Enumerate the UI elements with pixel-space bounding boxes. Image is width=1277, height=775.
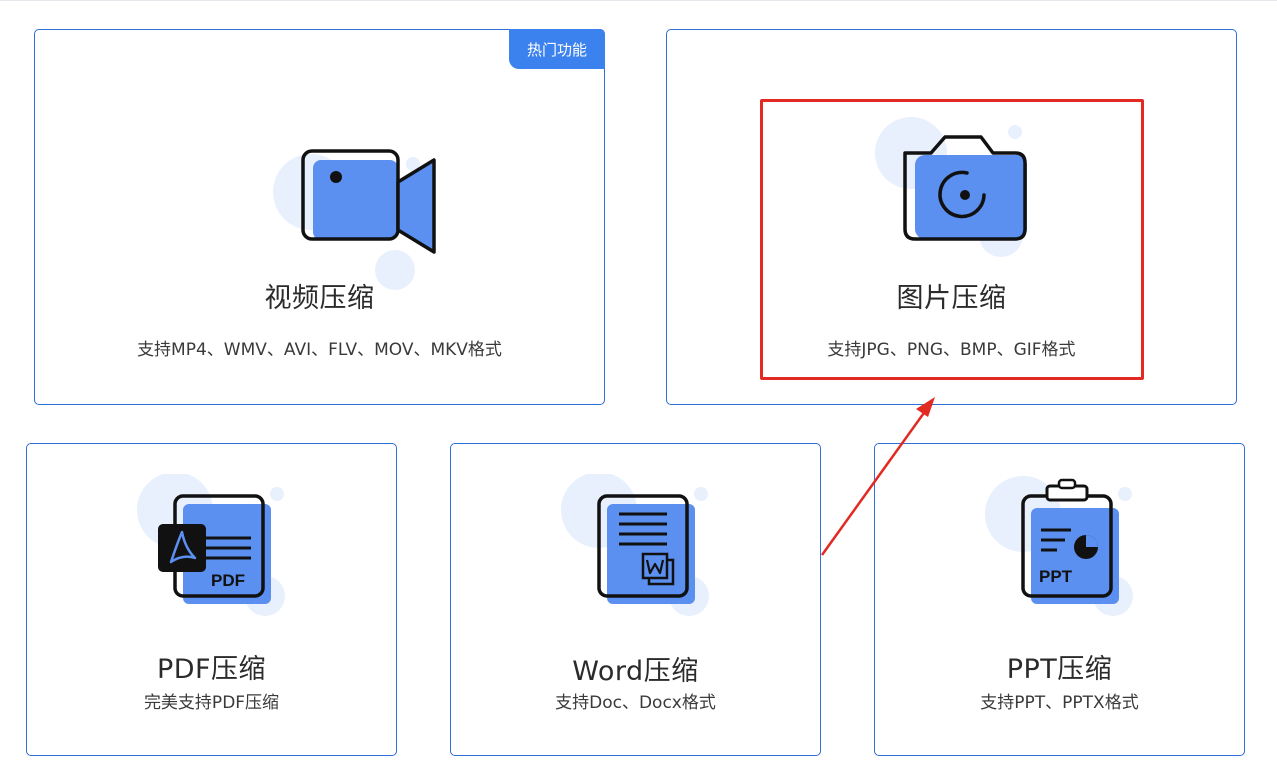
card-title: Word压缩 — [572, 656, 699, 687]
camera-icon — [875, 117, 1027, 257]
card-description: 完美支持PDF压缩 — [143, 693, 280, 713]
ppt-clipboard-icon: PPT — [985, 476, 1133, 616]
top-divider — [0, 0, 1277, 1]
ppt-icon-text: PPT — [1039, 567, 1073, 586]
card-title: PPT压缩 — [1006, 654, 1113, 685]
word-document-icon — [561, 474, 709, 616]
card-description: 支持MP4、WMV、AVI、FLV、MOV、MKV格式 — [137, 340, 502, 360]
card-description: 支持JPG、PNG、BMP、GIF格式 — [827, 340, 1076, 360]
ppt-compress-card[interactable]: PPT PPT压缩 支持PPT、PPTX格式 — [874, 443, 1245, 756]
word-compress-card[interactable]: Word压缩 支持Doc、Docx格式 — [450, 443, 821, 756]
pdf-document-icon: PDF — [137, 474, 285, 616]
hot-feature-badge: 热门功能 — [509, 29, 605, 69]
card-title: PDF压缩 — [156, 654, 267, 685]
pdf-icon-text: PDF — [211, 571, 245, 590]
pdf-compress-card[interactable]: PDF PDF压缩 完美支持PDF压缩 — [26, 443, 397, 756]
card-title: 视频压缩 — [264, 283, 375, 314]
card-title: 图片压缩 — [896, 283, 1007, 314]
video-compress-card[interactable]: 热门功能 视频压缩 支持MP4、WMV、AVI、FLV、MOV、MKV格式 — [34, 29, 605, 405]
image-compress-card[interactable]: 图片压缩 支持JPG、PNG、BMP、GIF格式 — [666, 29, 1237, 405]
card-description: 支持PPT、PPTX格式 — [980, 693, 1139, 713]
video-camera-icon — [273, 149, 436, 290]
card-description: 支持Doc、Docx格式 — [555, 693, 716, 713]
